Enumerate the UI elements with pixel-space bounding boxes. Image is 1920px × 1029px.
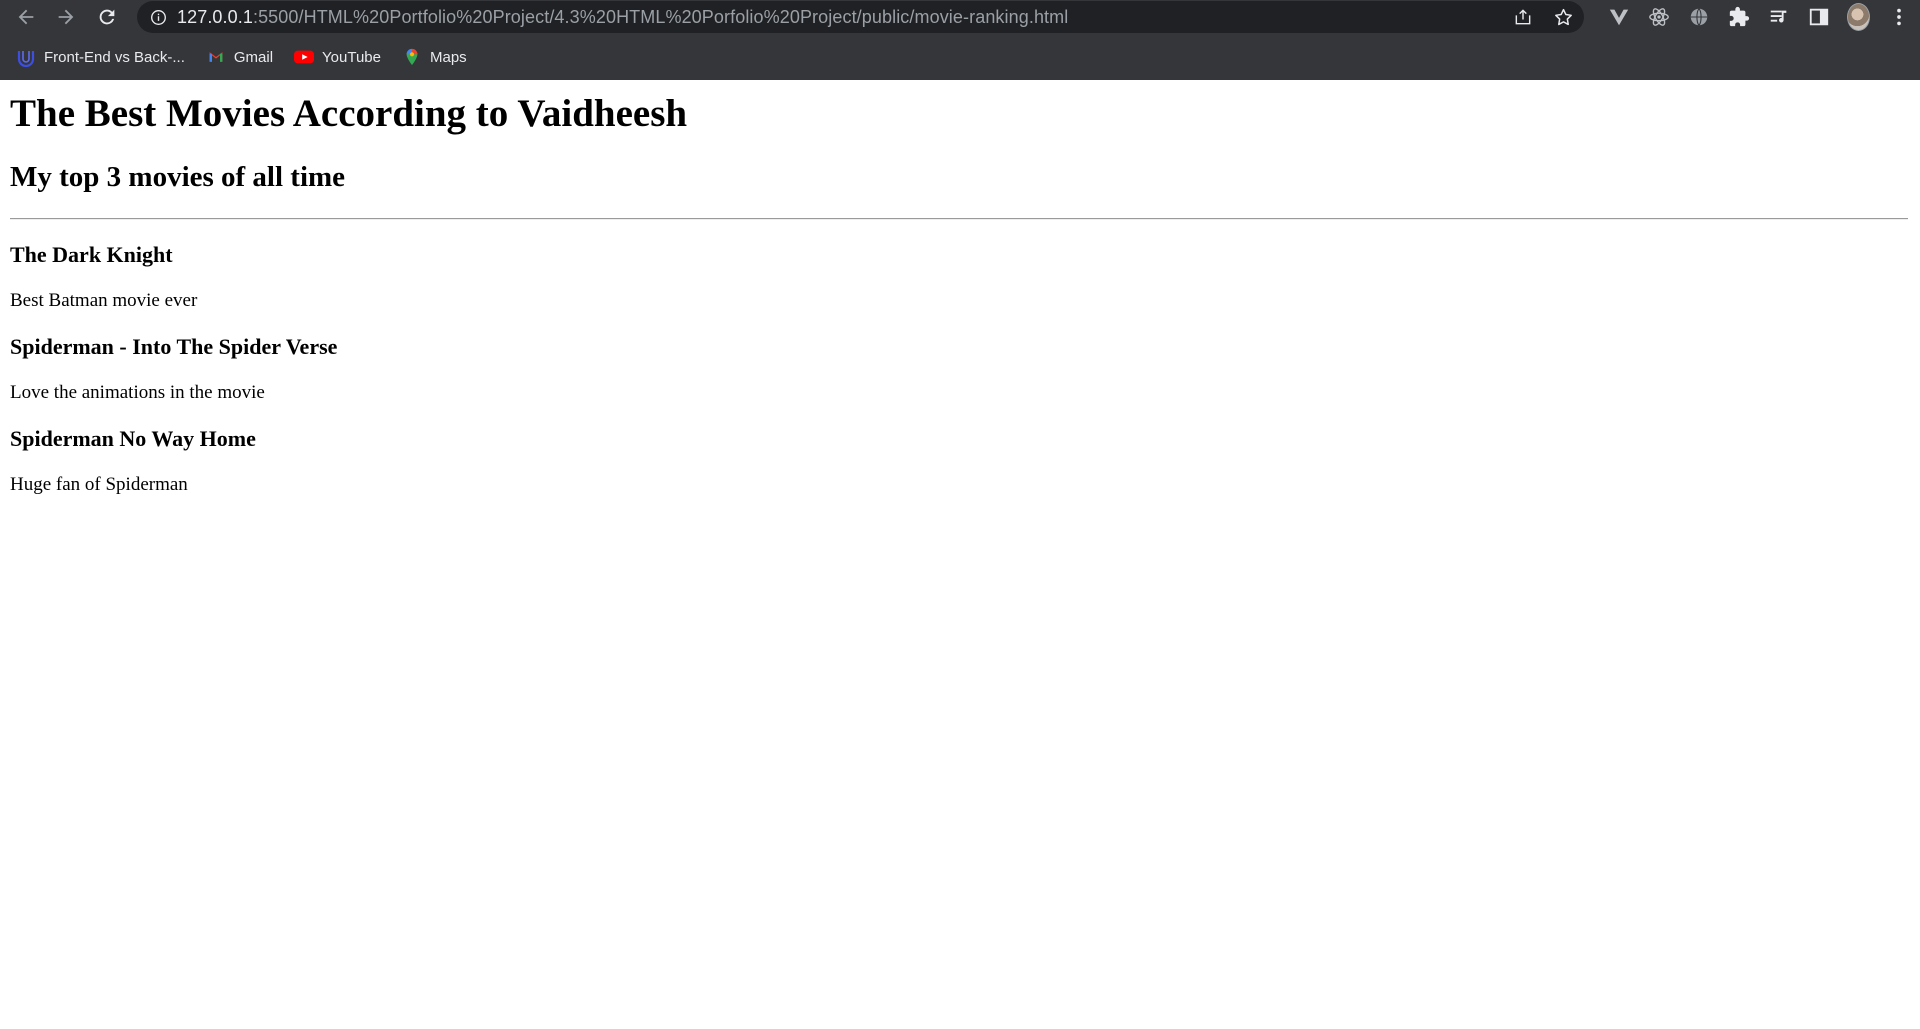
url-host: 127.0.0.1: [177, 6, 253, 27]
vue-devtools-icon[interactable]: [1607, 6, 1630, 29]
bookmark-label: YouTube: [322, 48, 381, 66]
movie-title: Spiderman No Way Home: [10, 426, 256, 451]
movie-comment: Best Batman movie ever: [10, 290, 198, 311]
url-text[interactable]: 127.0.0.1:5500/HTML%20Portfolio%20Projec…: [177, 7, 1068, 28]
bookmark-label: Front-End vs Back-...: [44, 48, 185, 66]
reload-icon: [99, 9, 115, 25]
page-subtitle: My top 3 movies of all time: [10, 161, 346, 193]
browser-chrome: 127.0.0.1:5500/HTML%20Portfolio%20Projec…: [0, 0, 1920, 80]
youtube-icon: [294, 47, 315, 67]
page-content: The Best Movies According to Vaidheesh M…: [0, 92, 1920, 496]
movie-comment: Huge fan of Spiderman: [10, 474, 188, 495]
profile-avatar[interactable]: [1847, 3, 1870, 31]
bookmark-front-end[interactable]: Front-End vs Back-...: [16, 47, 185, 67]
avatar: [1847, 3, 1870, 31]
bookmarks-bar: Front-End vs Back-... Gmail YouTube Maps: [0, 44, 488, 70]
front-end-icon: [16, 47, 36, 67]
globe-extension-icon[interactable]: [1687, 6, 1710, 29]
bookmark-youtube[interactable]: YouTube: [294, 47, 381, 67]
site-info-icon[interactable]: [149, 8, 167, 26]
extensions-puzzle-icon[interactable]: [1727, 6, 1750, 29]
maps-icon: [402, 47, 422, 67]
divider: [10, 218, 1908, 220]
url-path: :5500/HTML%20Portfolio%20Project/4.3%20H…: [252, 6, 1069, 27]
bookmark-label: Gmail: [233, 48, 274, 66]
movie-comment: Love the animations in the movie: [10, 382, 265, 403]
bookmark-maps[interactable]: Maps: [402, 47, 467, 67]
bookmark-label: Maps: [430, 48, 467, 66]
reload-button[interactable]: [93, 3, 121, 31]
address-bar[interactable]: 127.0.0.1:5500/HTML%20Portfolio%20Projec…: [137, 1, 1584, 33]
gmail-icon: [206, 47, 226, 67]
forward-arrow-icon: [58, 9, 74, 25]
browser-toolbar: 127.0.0.1:5500/HTML%20Portfolio%20Projec…: [0, 0, 1920, 34]
page-title: The Best Movies According to Vaidheesh: [10, 92, 688, 135]
back-button[interactable]: [12, 3, 40, 31]
bookmark-star-icon[interactable]: [1552, 6, 1574, 28]
side-panel-icon[interactable]: [1807, 6, 1830, 29]
share-icon[interactable]: [1512, 6, 1534, 28]
bookmark-gmail[interactable]: Gmail: [206, 47, 273, 67]
back-arrow-icon: [18, 9, 34, 25]
react-devtools-icon[interactable]: [1647, 6, 1670, 29]
forward-button[interactable]: [52, 3, 80, 31]
media-playlist-icon[interactable]: [1767, 6, 1790, 29]
movie-title: Spiderman - Into The Spider Verse: [10, 334, 338, 359]
movie-title: The Dark Knight: [10, 242, 173, 267]
browser-menu-icon[interactable]: [1887, 6, 1910, 29]
